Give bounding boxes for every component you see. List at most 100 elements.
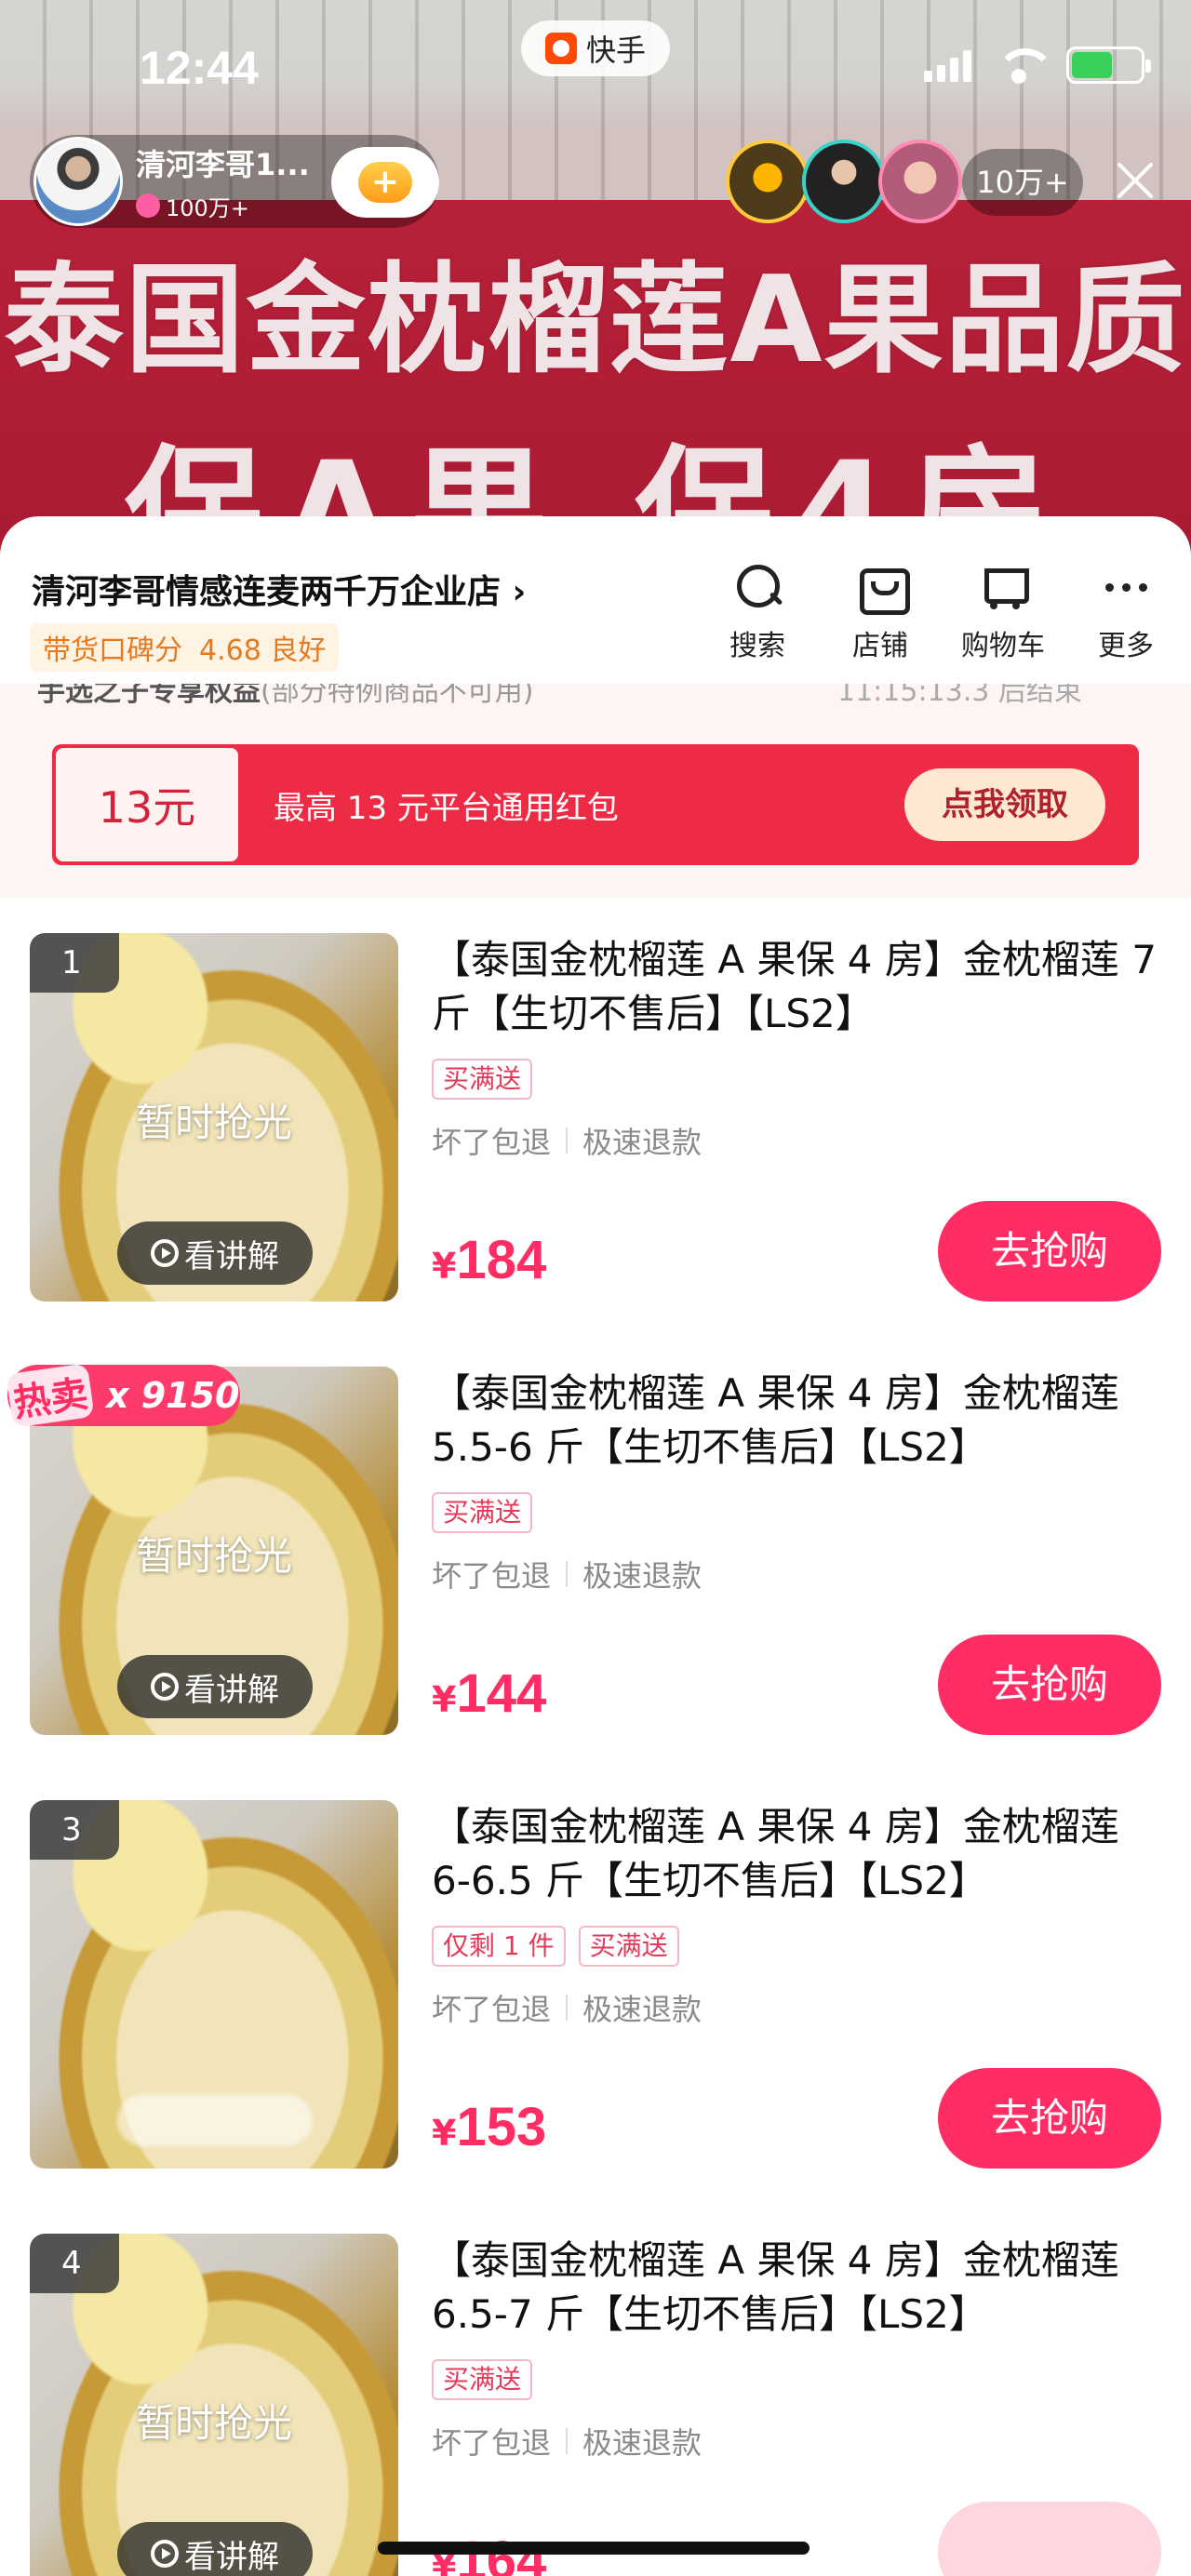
buy-button[interactable]: 去抢购: [938, 2068, 1161, 2169]
viewer-avatar[interactable]: [802, 140, 886, 223]
perk-return: 坏了包退: [432, 1125, 552, 1160]
shop-name[interactable]: 清河李哥情感连麦两千万企业店 ›: [32, 565, 526, 613]
search-button[interactable]: 搜索: [709, 561, 806, 663]
shop-button[interactable]: 店铺: [832, 561, 929, 663]
perk-refund: 极速退款: [582, 1992, 703, 2027]
host-likes: 100万+: [136, 190, 310, 222]
status-icons: [924, 47, 1151, 84]
buy-button[interactable]: 去抢购: [938, 1201, 1161, 1301]
price-value: 153: [456, 2097, 547, 2157]
coupon-note-detail: (部分特例商品不可用): [261, 684, 534, 708]
coupon-note-title: 手选之子专享权益: [37, 684, 261, 708]
product-tags: 买满送: [432, 2359, 533, 2400]
app-badge: 快手: [521, 20, 670, 76]
hot-sale-label: 热卖: [6, 1363, 95, 1428]
shop-sheet: 清河李哥情感连麦两千万企业店 › 带货口碑分 4.68 良好 搜索 店铺 购物车…: [0, 516, 1191, 2576]
blurred-overlay: [117, 2094, 313, 2146]
play-icon: [151, 2540, 179, 2568]
soldout-label: 暂时抢光: [135, 2400, 292, 2446]
explain-label: 看讲解: [184, 1237, 279, 1275]
hot-sale-count: x 9150: [106, 1375, 240, 1416]
more-button[interactable]: 更多: [1077, 561, 1174, 663]
product-perks: 坏了包退 极速退款: [432, 2420, 702, 2463]
product-item[interactable]: 4 暂时抢光 看讲解 【泰国金枕榴莲 A 果保 4 房】金枕榴莲 6.5-7 斤…: [0, 2234, 1191, 2576]
product-tags: 仅剩 1 件 买满送: [432, 1926, 679, 1967]
close-icon[interactable]: [1113, 158, 1158, 203]
coupon-card[interactable]: 13元 最高 13 元平台通用红包 点我领取: [52, 744, 1139, 865]
follow-button[interactable]: +: [331, 147, 439, 218]
product-perks: 坏了包退 极速退款: [432, 1986, 702, 2029]
explain-button[interactable]: 看讲解: [117, 1221, 313, 1285]
viewer-count[interactable]: 10万+: [962, 149, 1083, 216]
battery-icon: [1066, 47, 1151, 84]
host-avatar[interactable]: [33, 137, 123, 226]
product-tag: 买满送: [432, 1059, 533, 1100]
currency-symbol: ¥: [432, 2113, 457, 2154]
product-thumbnail[interactable]: 4 暂时抢光 看讲解: [30, 2234, 398, 2576]
product-tag-stock: 仅剩 1 件: [432, 1926, 566, 1967]
plus-icon: +: [358, 162, 412, 203]
status-time: 12:44: [140, 42, 259, 94]
claim-coupon-button[interactable]: 点我领取: [904, 768, 1105, 841]
product-thumbnail[interactable]: 1 暂时抢光 看讲解: [30, 933, 398, 1301]
play-icon: [151, 1673, 179, 1701]
viewer-avatar[interactable]: [878, 140, 962, 223]
soldout-label: 暂时抢光: [135, 1100, 292, 1145]
currency-symbol: ¥: [432, 1679, 457, 1720]
chevron-right-icon: ›: [501, 573, 527, 611]
rank-badge: 4: [30, 2234, 119, 2293]
shop-rating[interactable]: 带货口碑分 4.68 良好: [30, 623, 340, 672]
cart-button[interactable]: 购物车: [955, 561, 1051, 663]
host-name: 清河李哥1...: [136, 146, 310, 182]
rating-label: 带货口碑分: [43, 634, 182, 667]
coupon-description: 最高 13 元平台通用红包: [274, 789, 619, 827]
viewer-avatar[interactable]: [726, 140, 810, 223]
more-icon: [1100, 561, 1152, 613]
signal-icon: [924, 48, 971, 82]
product-title[interactable]: 【泰国金枕榴莲 A 果保 4 房】金枕榴莲 7 斤【生切不售后】【LS2】: [432, 933, 1167, 1041]
explain-button[interactable]: 看讲解: [117, 2522, 313, 2576]
shop-actions: 搜索 店铺 购物车 更多: [709, 561, 1174, 663]
buy-button[interactable]: [938, 2502, 1161, 2576]
product-perks: 坏了包退 极速退款: [432, 1119, 702, 1162]
home-indicator[interactable]: [378, 2542, 810, 2555]
product-tag: 买满送: [432, 2359, 533, 2400]
product-tag: 买满送: [578, 1926, 679, 1967]
host-likes-count: 100万+: [166, 194, 249, 221]
app-name: 快手: [585, 33, 646, 68]
currency-symbol: ¥: [432, 1246, 457, 1287]
explain-button[interactable]: 看讲解: [117, 1655, 313, 1718]
hot-sale-badge: 热卖 x 9150: [6, 1363, 240, 1428]
perk-return: 坏了包退: [432, 1992, 552, 2027]
kuaishou-logo-icon: [544, 33, 577, 64]
product-thumbnail[interactable]: 3: [30, 1800, 398, 2169]
search-label: 搜索: [729, 630, 785, 662]
product-title[interactable]: 【泰国金枕榴莲 A 果保 4 房】金枕榴莲 6-6.5 斤【生切不售后】【LS2…: [432, 1800, 1167, 1908]
shop-label: 店铺: [852, 630, 908, 662]
search-icon: [731, 561, 783, 613]
product-item[interactable]: 热卖 x 9150 暂时抢光 看讲解 【泰国金枕榴莲 A 果保 4 房】金枕榴莲…: [0, 1363, 1191, 1800]
product-item[interactable]: 3 【泰国金枕榴莲 A 果保 4 房】金枕榴莲 6-6.5 斤【生切不售后】【L…: [0, 1800, 1191, 2234]
wifi-icon: [996, 48, 1055, 84]
product-item[interactable]: 1 暂时抢光 看讲解 【泰国金枕榴莲 A 果保 4 房】金枕榴莲 7 斤【生切不…: [0, 933, 1191, 1367]
product-price: ¥153: [432, 2096, 546, 2158]
cart-icon: [977, 561, 1029, 613]
perk-refund: 极速退款: [582, 2425, 703, 2461]
rating-value: 4.68 良好: [199, 634, 327, 667]
coupon-note: 手选之子专享权益(部分特例商品不可用): [37, 684, 533, 710]
perk-refund: 极速退款: [582, 1558, 703, 1594]
buy-button[interactable]: 去抢购: [938, 1635, 1161, 1735]
rank-badge: 1: [30, 933, 119, 993]
coupon-timer: 11:15:13.3 后结束: [837, 684, 1082, 708]
product-tags: 买满送: [432, 1492, 533, 1533]
perk-refund: 极速退款: [582, 1125, 703, 1160]
shop-name-text: 清河李哥情感连麦两千万企业店: [32, 573, 502, 611]
product-title[interactable]: 【泰国金枕榴莲 A 果保 4 房】金枕榴莲 5.5-6 斤【生切不售后】【LS2…: [432, 1367, 1167, 1475]
heart-icon: [136, 194, 160, 218]
product-title[interactable]: 【泰国金枕榴莲 A 果保 4 房】金枕榴莲 6.5-7 斤【生切不售后】【LS2…: [432, 2234, 1167, 2342]
product-price: ¥144: [432, 1662, 546, 1725]
play-icon: [151, 1239, 179, 1267]
more-label: 更多: [1098, 630, 1154, 662]
perk-return: 坏了包退: [432, 1558, 552, 1594]
banner-text-line1: 泰国金枕榴莲A果品质: [4, 251, 1187, 390]
